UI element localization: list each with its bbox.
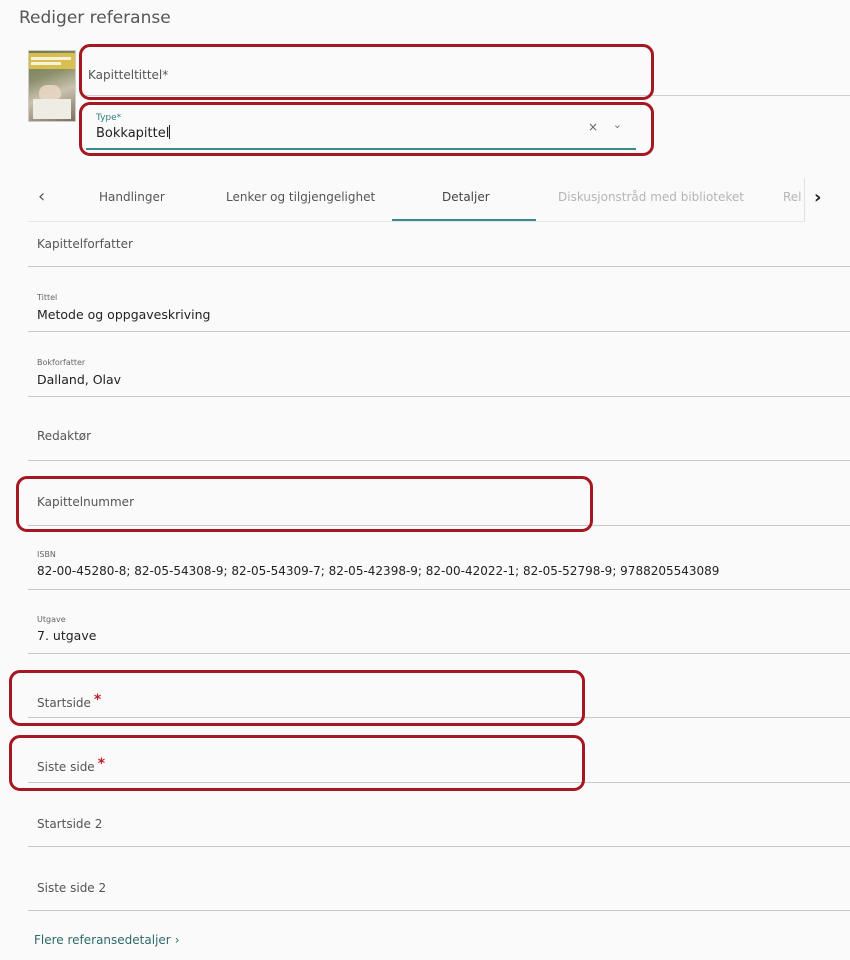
chevron-left-icon[interactable]: ‹: [38, 186, 45, 207]
chevron-right-small-icon: ›: [174, 933, 180, 947]
type-value: Bokkapittel: [96, 125, 171, 141]
more-reference-details-link[interactable]: Flere referansedetaljer ›: [34, 933, 180, 947]
editor-input[interactable]: Redaktør: [28, 397, 850, 461]
chevron-down-icon[interactable]: ⌄: [613, 118, 622, 131]
chapter-number-input[interactable]: Kapittelnummer: [28, 461, 850, 526]
tab-diskusjon[interactable]: Diskusjonstråd med biblioteket: [558, 190, 744, 204]
tab-bar: ‹ Handlinger Lenker og tilgjengelighet D…: [28, 178, 834, 222]
tab-rel[interactable]: Rel: [783, 190, 802, 204]
tab-lenker[interactable]: Lenker og tilgjengelighet: [226, 190, 375, 204]
last-page-2-input[interactable]: Siste side 2: [28, 847, 850, 911]
last-page-input[interactable]: Siste side *: [28, 718, 850, 783]
active-tab-indicator: [392, 219, 536, 221]
chevron-right-icon[interactable]: ›: [804, 178, 834, 222]
chapter-title-placeholder: Kapitteltittel*: [88, 68, 169, 82]
chapter-title-input[interactable]: Kapitteltittel*: [86, 48, 850, 96]
last-page-placeholder: Siste side *: [37, 756, 106, 774]
page-title: Rediger referanse: [19, 8, 171, 28]
tab-handlinger[interactable]: Handlinger: [99, 190, 165, 204]
edition-field[interactable]: Utgave 7. utgave: [28, 590, 850, 654]
start-page-placeholder: Startside *: [37, 692, 102, 710]
type-select[interactable]: Type* Bokkapittel × ⌄: [86, 110, 636, 150]
chapter-author-input[interactable]: Kapittelforfatter: [28, 222, 850, 267]
book-author-field[interactable]: Bokforfatter Dalland, Olav: [28, 332, 850, 397]
start-page-input[interactable]: Startside *: [28, 654, 850, 718]
book-cover-thumbnail: [28, 50, 76, 122]
tab-detaljer[interactable]: Detaljer: [442, 190, 490, 204]
isbn-field[interactable]: ISBN 82-00-45280-8; 82-05-54308-9; 82-05…: [28, 526, 850, 590]
clear-icon[interactable]: ×: [588, 120, 598, 134]
type-label: Type*: [96, 113, 122, 123]
start-page-2-input[interactable]: Startside 2: [28, 783, 850, 847]
title-field[interactable]: Tittel Metode og oppgaveskriving: [28, 267, 850, 332]
